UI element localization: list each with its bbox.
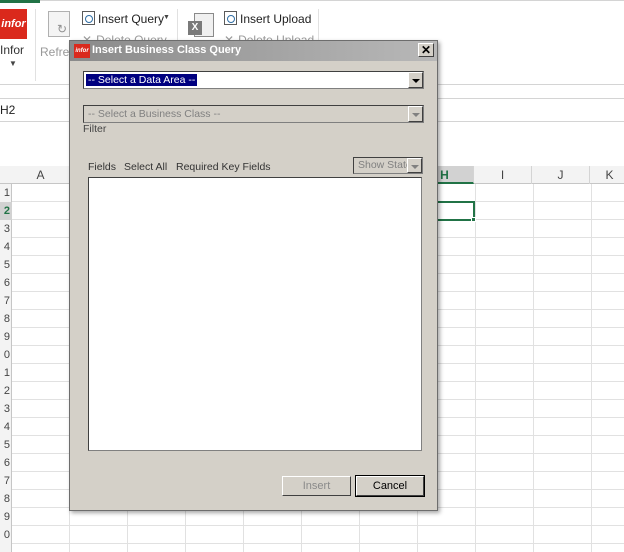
fill-handle[interactable]: [471, 217, 476, 222]
row-header-column: 12345678901234567890: [0, 184, 12, 552]
name-box[interactable]: H2: [0, 103, 15, 117]
fields-label: Fields: [88, 161, 117, 173]
query-icon: [82, 11, 95, 25]
chevron-down-icon[interactable]: [408, 72, 423, 88]
row-header[interactable]: 5: [0, 436, 12, 454]
dialog-titlebar[interactable]: infor Insert Business Class Query ✕: [70, 41, 437, 61]
insert-upload-button[interactable]: Insert Upload: [224, 11, 311, 26]
insert-query-button[interactable]: Insert Query: [82, 11, 164, 26]
data-area-selected-value: -- Select a Data Area --: [86, 74, 198, 86]
filter-label[interactable]: Filter: [83, 123, 106, 135]
business-class-select[interactable]: -- Select a Business Class --: [83, 105, 424, 123]
insert-upload-label: Insert Upload: [240, 12, 312, 26]
row-header[interactable]: 3: [0, 220, 12, 238]
insert-button[interactable]: Insert: [282, 476, 351, 496]
ribbon-separator: [35, 9, 36, 81]
chevron-down-icon[interactable]: [408, 106, 423, 122]
row-header[interactable]: 3: [0, 400, 12, 418]
row-header[interactable]: 7: [0, 292, 12, 310]
column-header-k[interactable]: K: [590, 166, 624, 184]
dialog-title: Insert Business Class Query: [92, 44, 242, 56]
required-key-fields-link[interactable]: Required Key Fields: [176, 161, 271, 173]
row-header[interactable]: 1: [0, 364, 12, 382]
ribbon-top-border: [40, 0, 624, 1]
row-header[interactable]: 9: [0, 328, 12, 346]
data-area-select[interactable]: -- Select a Data Area --: [83, 71, 424, 89]
refresh-icon[interactable]: [48, 11, 70, 37]
cancel-button[interactable]: Cancel: [355, 475, 425, 497]
show-state-select[interactable]: Show State: [353, 157, 423, 174]
fields-list[interactable]: [88, 177, 422, 451]
close-button[interactable]: ✕: [418, 43, 434, 57]
excel-x-icon: X: [188, 21, 202, 35]
row-header[interactable]: 2: [0, 202, 12, 220]
row-header[interactable]: 5: [0, 256, 12, 274]
infor-logo-icon: infor: [74, 44, 90, 58]
column-header-i[interactable]: I: [474, 166, 532, 184]
excel-upload-icon[interactable]: X: [188, 13, 216, 39]
select-all-link[interactable]: Select All: [124, 161, 167, 173]
column-header-j[interactable]: J: [532, 166, 590, 184]
row-header[interactable]: 2: [0, 382, 12, 400]
upload-icon: [224, 11, 237, 25]
show-state-selected-value: Show State: [358, 159, 412, 171]
business-class-selected-value: -- Select a Business Class --: [88, 108, 221, 120]
row-header[interactable]: 8: [0, 490, 12, 508]
infor-menu-label[interactable]: Infor: [0, 43, 24, 57]
row-header[interactable]: 4: [0, 238, 12, 256]
insert-business-class-query-dialog: infor Insert Business Class Query ✕ -- S…: [69, 40, 438, 511]
column-header-a[interactable]: A: [12, 166, 70, 184]
chevron-down-icon[interactable]: [407, 158, 422, 173]
row-header[interactable]: 1: [0, 184, 12, 202]
row-header[interactable]: 6: [0, 274, 12, 292]
row-header[interactable]: 9: [0, 508, 12, 526]
infor-dropdown-icon[interactable]: ▼: [9, 59, 17, 68]
infor-logo-icon[interactable]: infor: [0, 9, 27, 39]
excel-window: infor Infor ▼ Refres Insert Query ▼ ✕Del…: [0, 0, 624, 552]
row-header[interactable]: 0: [0, 346, 12, 364]
row-header[interactable]: 4: [0, 418, 12, 436]
row-header[interactable]: 0: [0, 526, 12, 544]
row-header[interactable]: 6: [0, 454, 12, 472]
row-header[interactable]: 7: [0, 472, 12, 490]
insert-query-label: Insert Query: [98, 12, 165, 26]
row-header[interactable]: 8: [0, 310, 12, 328]
insert-query-dropdown-icon[interactable]: ▼: [163, 14, 170, 21]
